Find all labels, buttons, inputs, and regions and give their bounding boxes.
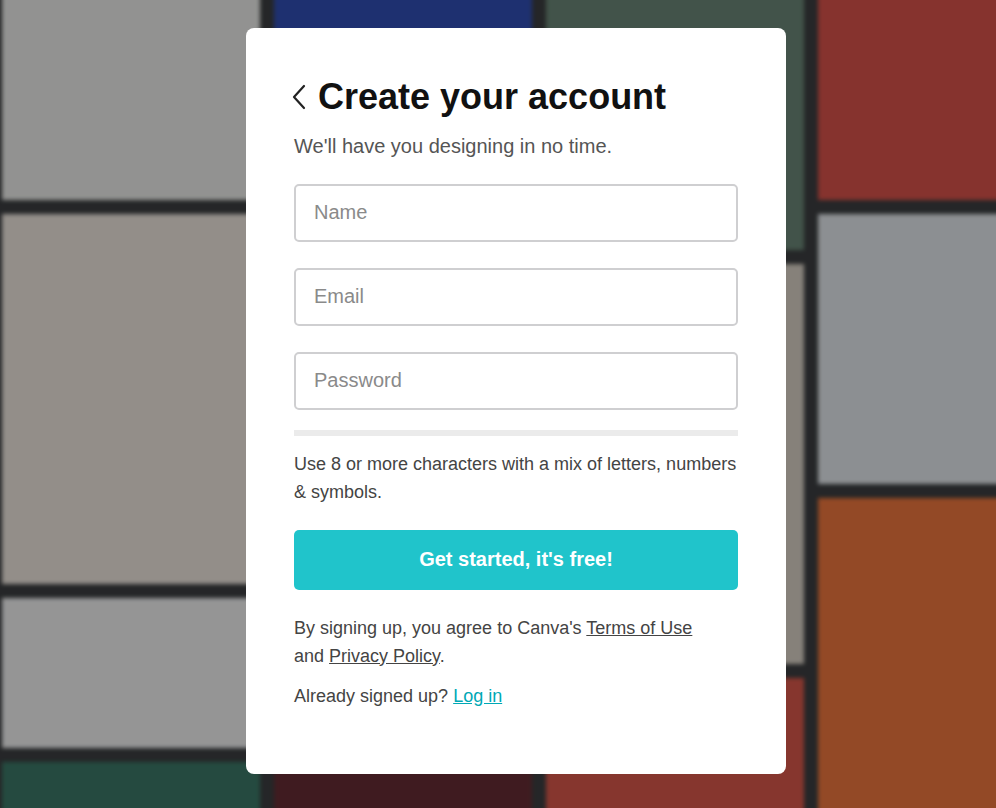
- legal-line: and Privacy Policy.: [294, 642, 738, 670]
- title-row: Create your account: [290, 74, 738, 121]
- signup-modal: Create your account We'll have you design…: [246, 28, 786, 774]
- text-field[interactable]: [294, 352, 738, 410]
- legal-line: By signing up, you agree to Canva's Term…: [294, 614, 738, 642]
- login-row: Already signed up? Log in: [294, 682, 738, 710]
- privacy-link[interactable]: Privacy Policy: [329, 646, 440, 666]
- terms-link[interactable]: Terms of Use: [586, 618, 692, 638]
- text-field[interactable]: [294, 184, 738, 242]
- login-link[interactable]: Log in: [453, 686, 502, 706]
- submit-button[interactable]: Get started, it's free!: [294, 530, 738, 590]
- text-field[interactable]: [294, 268, 738, 326]
- modal-title: Create your account: [318, 74, 666, 121]
- signup-page: Create your account We'll have you design…: [0, 0, 996, 808]
- chevron-left-icon: [292, 84, 306, 110]
- modal-subtitle: We'll have you designing in no time.: [294, 135, 738, 158]
- legal-text: By signing up, you agree to Canva's Term…: [294, 614, 738, 670]
- password-strength-bar: [294, 430, 738, 436]
- password-hint: Use 8 or more characters with a mix of l…: [294, 450, 738, 506]
- back-button[interactable]: [290, 83, 308, 111]
- signup-fields: [294, 184, 738, 410]
